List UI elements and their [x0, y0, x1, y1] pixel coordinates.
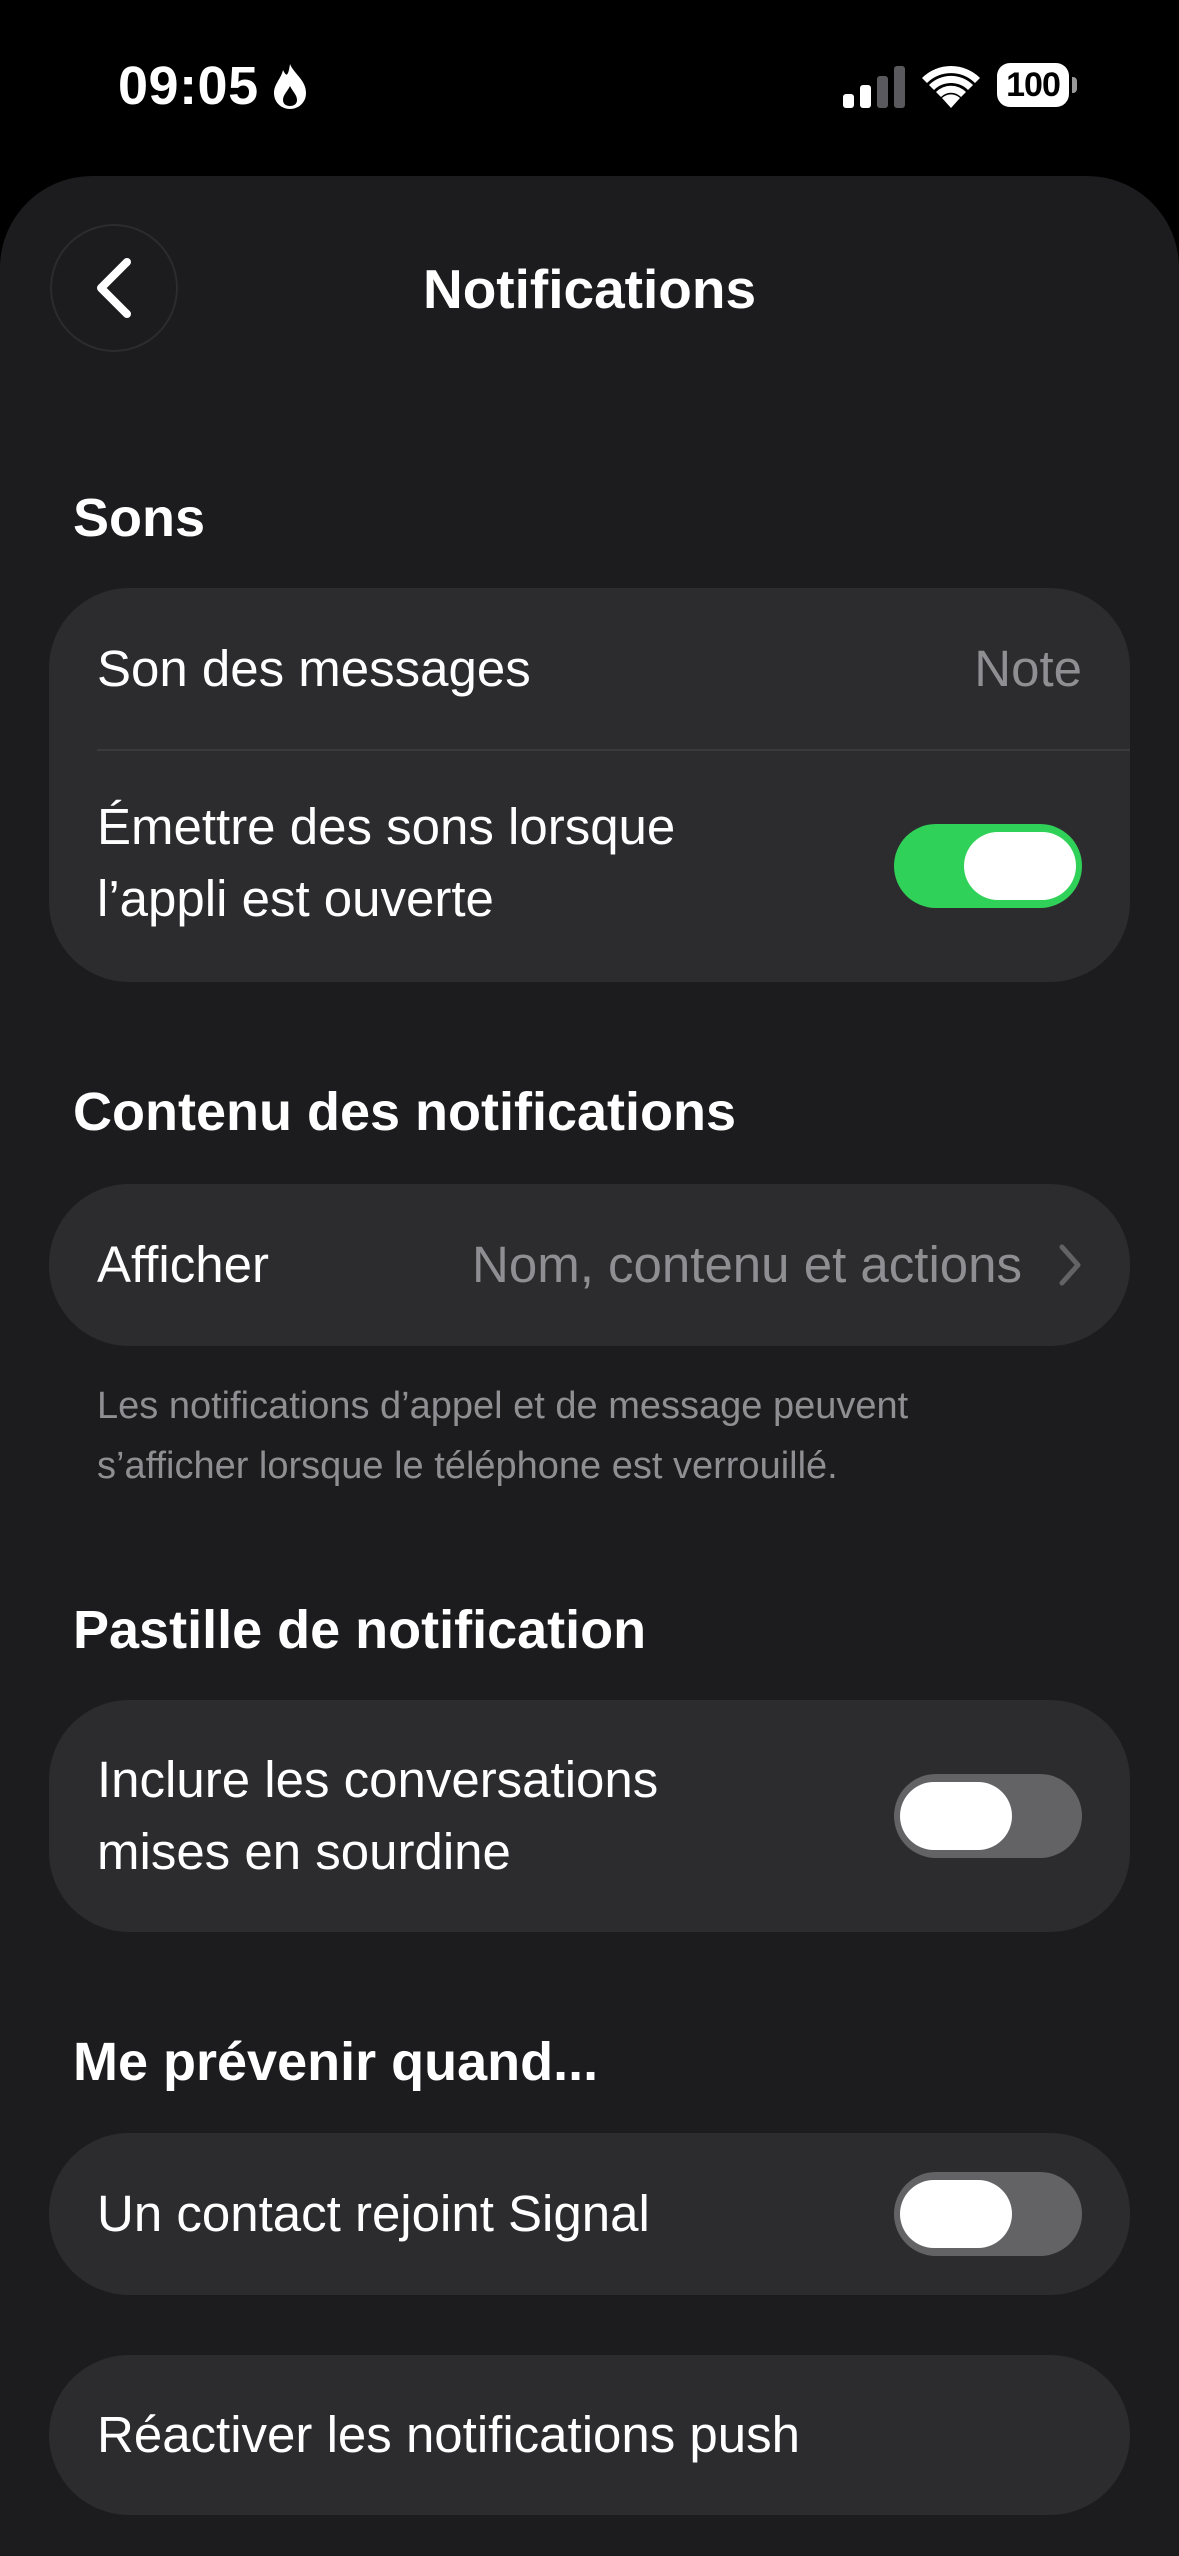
status-bar: 09:05 100: [0, 0, 1179, 175]
in-app-sounds-row: Émettre des sons lorsque l’appli est ouv…: [49, 751, 1130, 982]
toggle-knob: [900, 1782, 1012, 1850]
include-muted-label-line2: mises en sourdine: [97, 1823, 511, 1880]
section-header-badge: Pastille de notification: [73, 1600, 647, 1660]
reenable-push-label: Réactiver les notifications push: [97, 2406, 801, 2463]
show-label: Afficher: [97, 1236, 269, 1293]
battery-indicator: 100: [997, 63, 1077, 107]
sounds-card: Son des messages Note Émettre des sons l…: [49, 588, 1130, 982]
battery-cap: [1072, 77, 1077, 93]
include-muted-label: Inclure les conversations mises en sourd…: [97, 1744, 658, 1888]
toggle-knob: [964, 832, 1076, 900]
footnote-line1: Les notifications d’appel et de message …: [97, 1385, 909, 1427]
footnote-line2: s’afficher lorsque le téléphone est verr…: [97, 1445, 838, 1487]
section-header-notify-when: Me prévenir quand...: [73, 2032, 599, 2092]
in-app-sounds-label: Émettre des sons lorsque l’appli est ouv…: [97, 791, 675, 935]
cellular-signal-icon: [843, 66, 905, 108]
show-row[interactable]: Afficher Nom, contenu et actions: [49, 1184, 1130, 1346]
contact-joins-label: Un contact rejoint Signal: [97, 2185, 650, 2242]
badge-card: Inclure les conversations mises en sourd…: [49, 1700, 1130, 1932]
contact-joins-row: Un contact rejoint Signal: [49, 2133, 1130, 2295]
page-title: Notifications: [422, 258, 757, 320]
include-muted-toggle[interactable]: [894, 1774, 1082, 1858]
reenable-push-button[interactable]: Réactiver les notifications push: [49, 2355, 1130, 2515]
include-muted-label-line1: Inclure les conversations: [97, 1751, 659, 1808]
message-sound-value: Note: [974, 640, 1082, 697]
include-muted-row: Inclure les conversations mises en sourd…: [49, 1700, 1130, 1932]
section-header-content: Contenu des notifications: [73, 1082, 737, 1142]
notify-when-card: Un contact rejoint Signal: [49, 2133, 1130, 2295]
in-app-sounds-label-line2: l’appli est ouverte: [97, 870, 494, 927]
flame-icon: [274, 64, 306, 109]
in-app-sounds-toggle[interactable]: [894, 824, 1082, 908]
message-sound-label: Son des messages: [97, 640, 531, 697]
battery-level: 100: [997, 63, 1069, 107]
toggle-knob: [900, 2180, 1012, 2248]
section-header-sounds: Sons: [73, 488, 206, 548]
content-card: Afficher Nom, contenu et actions: [49, 1184, 1130, 1346]
status-time: 09:05: [118, 56, 259, 116]
show-value: Nom, contenu et actions: [472, 1236, 1022, 1293]
contact-joins-toggle[interactable]: [894, 2172, 1082, 2256]
chevron-right-icon: [1059, 1244, 1081, 1286]
message-sound-row[interactable]: Son des messages Note: [49, 588, 1130, 750]
wifi-icon: [922, 65, 980, 108]
content-footnote: Les notifications d’appel et de message …: [97, 1376, 1087, 1496]
push-card: Réactiver les notifications push: [49, 2355, 1130, 2515]
in-app-sounds-label-line1: Émettre des sons lorsque: [97, 798, 676, 855]
